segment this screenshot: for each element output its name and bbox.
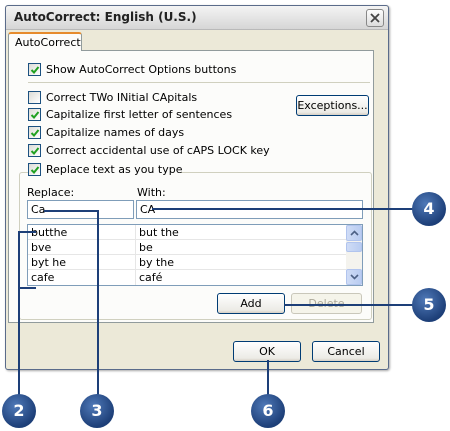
callout-3: 3 bbox=[80, 394, 114, 428]
capitalize-days-label: Capitalize names of days bbox=[46, 126, 185, 139]
column-divider bbox=[135, 255, 136, 270]
column-divider bbox=[135, 240, 136, 255]
scroll-thumb[interactable] bbox=[346, 242, 362, 252]
with-input-value: CA bbox=[140, 203, 156, 216]
list-item[interactable]: byt he by the bbox=[28, 255, 347, 270]
entry-replace: cafe bbox=[31, 271, 55, 284]
with-label: With: bbox=[137, 186, 166, 199]
callout-5: 5 bbox=[412, 288, 446, 322]
column-divider bbox=[135, 225, 136, 240]
callout-4: 4 bbox=[412, 192, 446, 226]
scroll-up-button[interactable] bbox=[346, 225, 362, 241]
chevron-down-icon bbox=[350, 274, 359, 280]
checkbox-box bbox=[28, 63, 41, 76]
list-item[interactable]: butthe but the bbox=[28, 225, 347, 240]
callout-2: 2 bbox=[2, 394, 36, 428]
list-scrollbar[interactable] bbox=[346, 225, 362, 285]
exceptions-button[interactable]: Exceptions... bbox=[296, 95, 369, 116]
replace-input[interactable]: Ca bbox=[27, 200, 134, 219]
column-divider bbox=[135, 270, 136, 285]
entry-with: be bbox=[139, 241, 153, 254]
add-button[interactable]: Add bbox=[217, 293, 285, 314]
checkmark-icon bbox=[30, 166, 40, 174]
cancel-button[interactable]: Cancel bbox=[312, 341, 380, 362]
entry-with: café bbox=[139, 271, 163, 284]
capitalize-first-letter-label: Capitalize first letter of sentences bbox=[46, 108, 233, 121]
callout-6: 6 bbox=[251, 394, 285, 428]
correct-caps-lock-label: Correct accidental use of cAPS LOCK key bbox=[46, 144, 270, 157]
list-item[interactable]: bve be bbox=[28, 240, 347, 255]
checkbox-box bbox=[28, 163, 41, 176]
entry-replace: butthe bbox=[31, 226, 68, 239]
ok-button[interactable]: OK bbox=[233, 341, 301, 362]
list-item[interactable]: cafe café bbox=[28, 270, 347, 285]
entry-replace: byt he bbox=[31, 256, 67, 269]
entry-with: but the bbox=[139, 226, 179, 239]
checkmark-icon bbox=[30, 111, 40, 119]
scroll-down-button[interactable] bbox=[346, 269, 362, 285]
close-button[interactable] bbox=[366, 9, 384, 27]
with-input[interactable]: CA bbox=[136, 200, 363, 219]
checkmark-icon bbox=[30, 129, 40, 137]
correct-two-initial-capitals-label: Correct TWo INitial CApitals bbox=[46, 91, 198, 104]
tab-autocorrect[interactable]: AutoCorrect bbox=[8, 32, 82, 51]
delete-button[interactable]: Delete bbox=[291, 293, 362, 314]
title-bar[interactable]: AutoCorrect: English (U.S.) bbox=[6, 6, 388, 30]
close-icon bbox=[370, 13, 380, 23]
replace-text-checkbox[interactable]: Replace text as you type bbox=[28, 163, 183, 177]
checkmark-icon bbox=[30, 147, 40, 155]
chevron-up-icon bbox=[350, 230, 359, 236]
checkbox-box bbox=[28, 144, 41, 157]
separator bbox=[28, 82, 370, 83]
replace-label: Replace: bbox=[27, 186, 75, 199]
show-autocorrect-options-label: Show AutoCorrect Options buttons bbox=[46, 63, 237, 76]
tab-autocorrect-label: AutoCorrect bbox=[15, 36, 81, 49]
checkbox-box bbox=[28, 108, 41, 121]
replace-text-label: Replace text as you type bbox=[46, 163, 183, 176]
replace-input-value: Ca bbox=[31, 203, 46, 216]
entry-replace: bve bbox=[31, 241, 52, 254]
dialog-title: AutoCorrect: English (U.S.) bbox=[14, 10, 197, 24]
entry-with: by the bbox=[139, 256, 175, 269]
autocorrect-entries-list[interactable]: butthe but the bve be byt he by the cafe… bbox=[27, 224, 363, 286]
checkbox-box bbox=[28, 91, 41, 104]
checkmark-icon bbox=[30, 66, 40, 74]
checkbox-box bbox=[28, 126, 41, 139]
